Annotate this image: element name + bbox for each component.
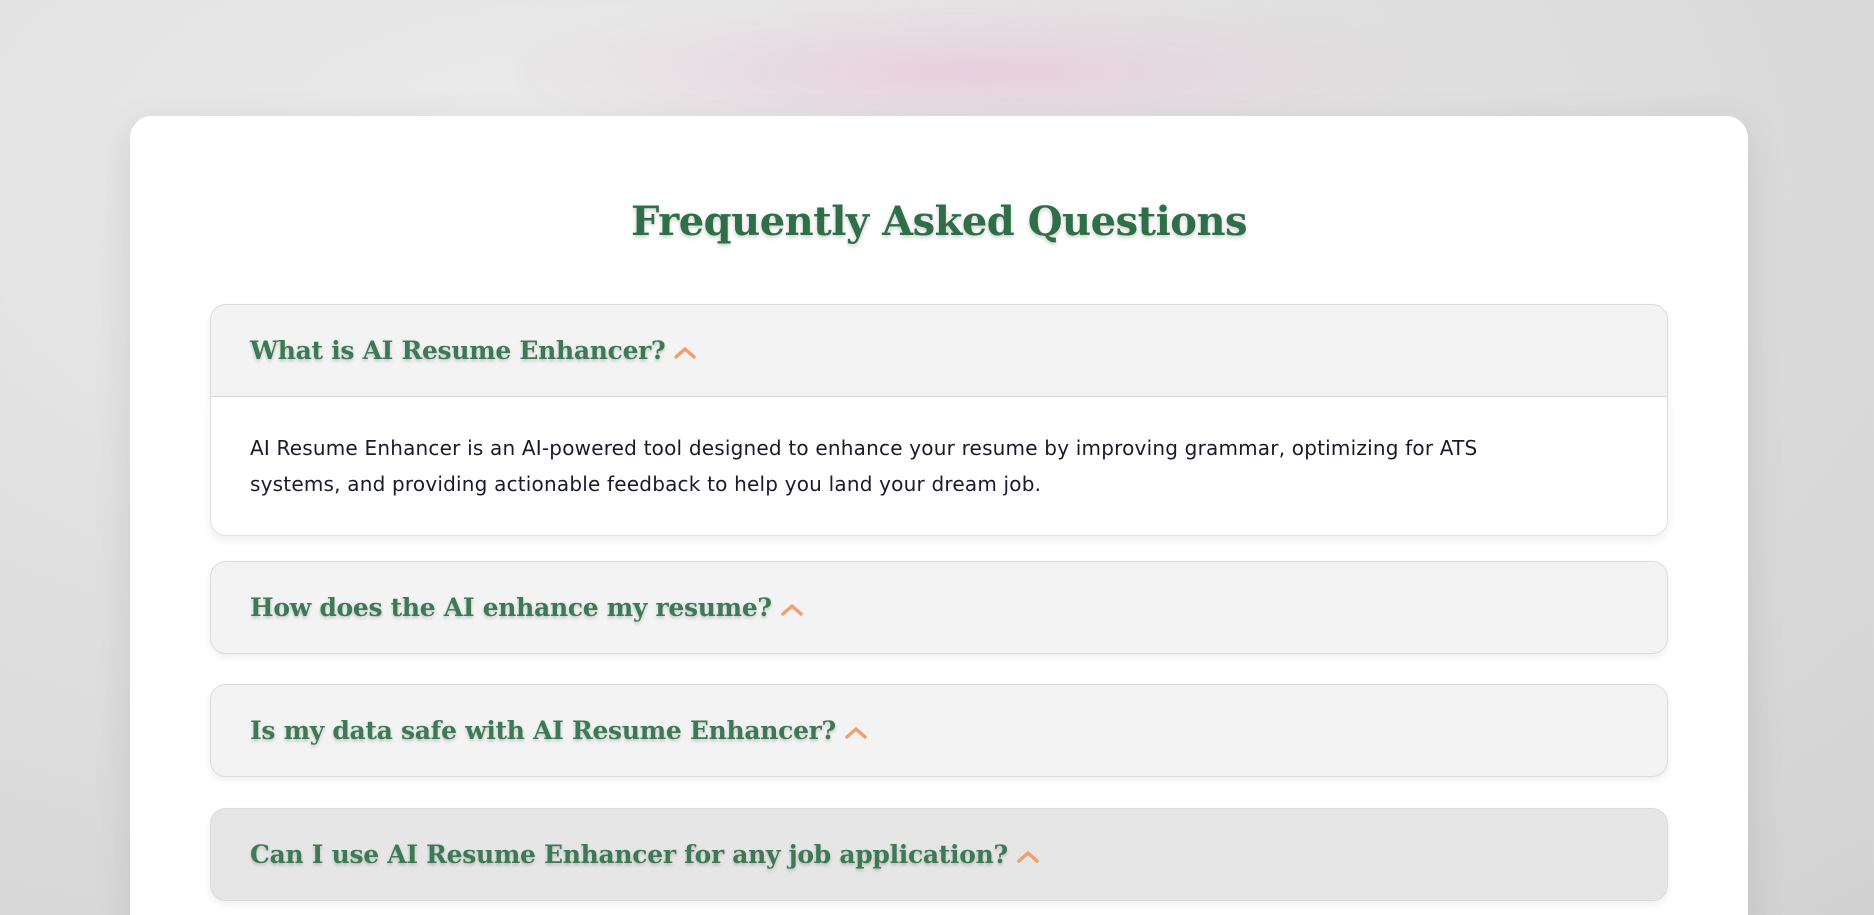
faq-question-text: What is AI Resume Enhancer?: [250, 336, 666, 365]
faq-item-data-safe: Is my data safe with AI Resume Enhancer?: [210, 684, 1668, 777]
faq-question-button[interactable]: What is AI Resume Enhancer?: [210, 304, 1668, 397]
faq-item-how-enhance: How does the AI enhance my resume?: [210, 561, 1668, 654]
faq-card: Frequently Asked Questions What is AI Re…: [130, 116, 1748, 915]
chevron-up-icon: [781, 603, 803, 616]
faq-item-what-is: What is AI Resume Enhancer? AI Resume En…: [210, 304, 1668, 536]
faq-question-text: Is my data safe with AI Resume Enhancer?: [250, 716, 836, 745]
faq-question-button[interactable]: Can I use AI Resume Enhancer for any job…: [210, 808, 1668, 901]
chevron-up-icon: [674, 346, 697, 359]
chevron-up-icon: [1017, 850, 1039, 863]
background-decoration: [520, 0, 1420, 120]
faq-question-text: How does the AI enhance my resume?: [250, 593, 772, 622]
faq-question-button[interactable]: Is my data safe with AI Resume Enhancer?: [210, 684, 1668, 777]
chevron-up-icon: [845, 726, 867, 739]
faq-question-button[interactable]: How does the AI enhance my resume?: [210, 561, 1668, 654]
faq-answer: AI Resume Enhancer is an AI-powered tool…: [210, 397, 1668, 536]
faq-question-text: Can I use AI Resume Enhancer for any job…: [250, 840, 1008, 869]
page-title: Frequently Asked Questions: [630, 198, 1248, 245]
faq-item-any-job: Can I use AI Resume Enhancer for any job…: [210, 808, 1668, 901]
